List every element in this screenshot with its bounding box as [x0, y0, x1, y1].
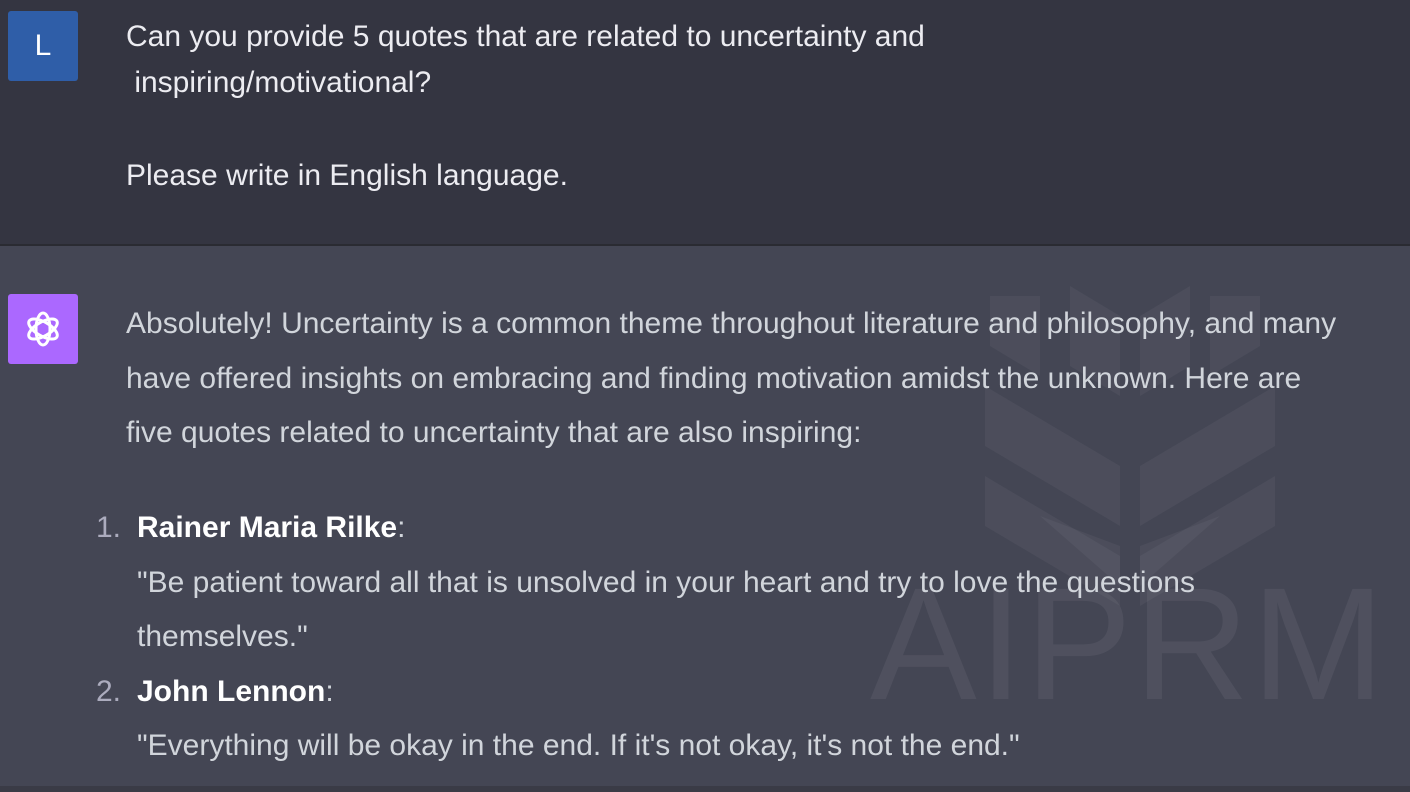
quote-author: John Lennon [137, 674, 326, 708]
user-message-line-2: inspiring/motivational? [126, 66, 432, 99]
assistant-message: AIPRM Absolutely! Uncertainty is a commo… [0, 246, 1410, 792]
assistant-intro-line-3: five quotes related to uncertainty that … [126, 416, 862, 449]
list-item-number: 1. [96, 511, 122, 544]
user-message-line-1: Can you provide 5 quotes that are relate… [126, 20, 925, 53]
quote-text-line-2: themselves." [137, 620, 308, 653]
quote-text-line-1: "Be patient toward all that is unsolved … [137, 565, 1195, 599]
divider [0, 786, 1410, 792]
list-item: 1. Rainer Maria Rilke: "Be patient towar… [0, 501, 1410, 665]
assistant-intro-line-2: have offered insights on embracing and f… [126, 361, 1302, 395]
list-item: 2. John Lennon: "Everything will be okay… [0, 665, 1410, 774]
user-message: L Can you provide 5 quotes that are rela… [0, 0, 1410, 246]
assistant-avatar [8, 294, 78, 364]
assistant-intro: Absolutely! Uncertainty is a common them… [126, 297, 1406, 461]
user-message-text: Can you provide 5 quotes that are relate… [126, 14, 1326, 199]
openai-logo-icon [27, 311, 59, 347]
user-avatar: L [8, 11, 78, 81]
quote-author-colon: : [397, 511, 406, 544]
quote-text-line-1: "Everything will be okay in the end. If … [137, 729, 1020, 762]
quote-list: 1. Rainer Maria Rilke: "Be patient towar… [0, 501, 1410, 774]
user-message-line-3: Please write in English language. [126, 159, 568, 192]
list-item-number: 2. [96, 674, 122, 708]
quote-author-colon: : [325, 674, 334, 708]
quote-author: Rainer Maria Rilke [137, 511, 398, 544]
assistant-intro-line-1: Absolutely! Uncertainty is a common them… [126, 307, 1337, 340]
